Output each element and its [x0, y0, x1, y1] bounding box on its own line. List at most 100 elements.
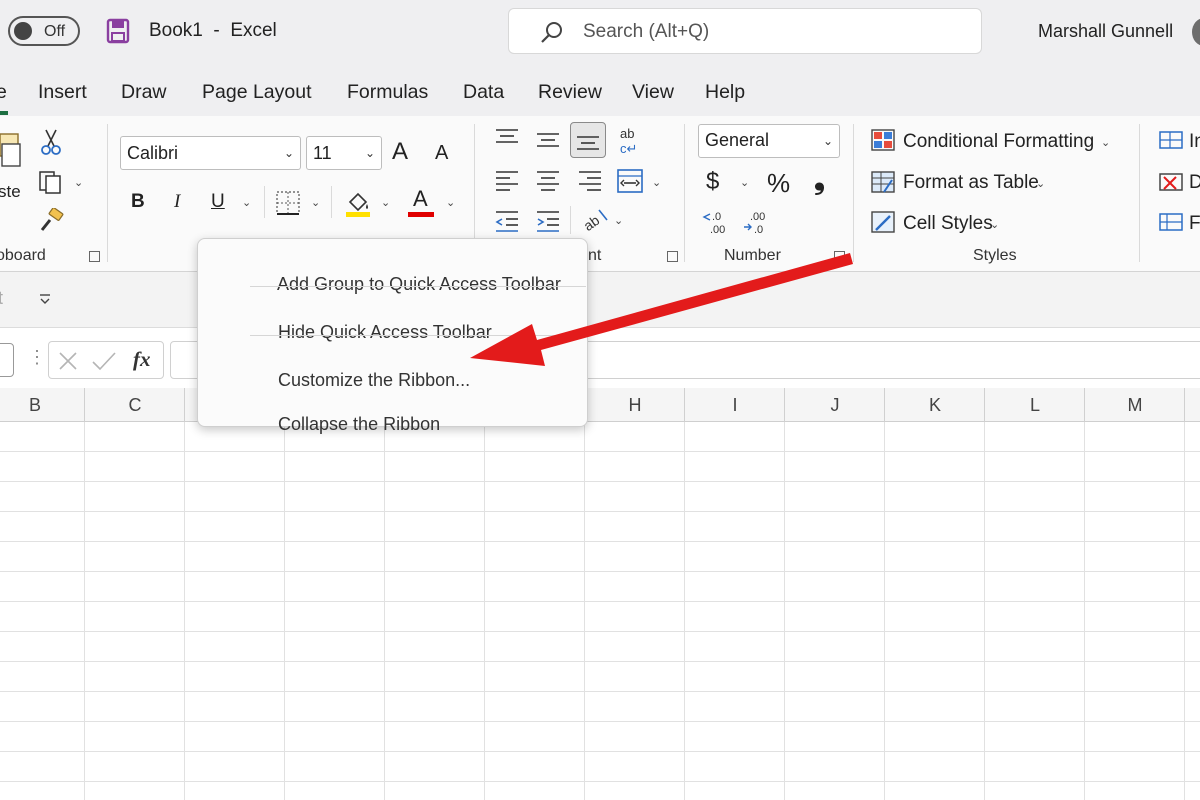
paste-icon[interactable] [0, 130, 24, 176]
font-size-combo[interactable]: 11 ⌄ [306, 136, 382, 170]
borders-icon[interactable] [275, 190, 301, 216]
font-name-combo[interactable]: Calibri ⌄ [120, 136, 301, 170]
format-painter-icon[interactable] [38, 208, 66, 234]
clipboard-group-label: oboard [0, 247, 46, 264]
tab-review[interactable]: Review [538, 81, 602, 104]
ribbon-separator [853, 124, 854, 262]
copy-dropdown-icon[interactable]: ⌄ [74, 176, 83, 189]
currency-dropdown-icon[interactable]: ⌄ [740, 176, 749, 189]
format-cells-label[interactable]: F [1189, 213, 1200, 235]
column-header-j[interactable]: J [785, 395, 885, 416]
conditional-formatting-label[interactable]: Conditional Formatting [903, 131, 1094, 153]
delete-cells-icon[interactable] [1158, 170, 1184, 194]
tab-insert[interactable]: Insert [38, 81, 87, 104]
column-header-k[interactable]: K [885, 395, 985, 416]
clipboard-launcher-icon[interactable] [89, 251, 100, 262]
increase-indent-icon[interactable] [535, 210, 561, 232]
wrap-text-icon[interactable]: ab c↵ [618, 126, 646, 156]
cancel-icon[interactable] [57, 350, 79, 372]
tab-formulas[interactable]: Formulas [347, 81, 428, 104]
column-header-l[interactable]: L [985, 395, 1085, 416]
comma-button[interactable]: ❟ [814, 164, 825, 197]
svg-text:c↵: c↵ [620, 141, 637, 156]
save-icon[interactable] [106, 18, 130, 44]
quick-access-toolbar: t [0, 272, 1200, 328]
document-title: Book1 - Excel [149, 20, 277, 41]
borders-dropdown-icon[interactable]: ⌄ [311, 196, 320, 209]
cut-icon[interactable] [40, 128, 62, 156]
align-right-icon[interactable] [577, 170, 603, 192]
increase-decimal-icon[interactable]: .0 .00 [702, 208, 732, 236]
format-as-table-label[interactable]: Format as Table [903, 172, 1039, 194]
tab-home[interactable]: e [0, 81, 7, 104]
tab-page-layout[interactable]: Page Layout [202, 81, 312, 104]
merge-dropdown-icon[interactable]: ⌄ [652, 176, 661, 189]
enter-check-icon[interactable] [91, 350, 117, 372]
align-center-icon[interactable] [535, 170, 561, 192]
cell-styles-icon[interactable] [870, 210, 896, 234]
name-box[interactable] [0, 343, 14, 377]
tab-draw[interactable]: Draw [121, 81, 167, 104]
conditional-formatting-dropdown-icon[interactable]: ⌄ [1101, 136, 1110, 149]
formula-actions: fx [48, 341, 164, 379]
decrease-indent-icon[interactable] [494, 210, 520, 232]
column-header-h[interactable]: H [585, 395, 685, 416]
menu-item-label: Customize the Ribbon... [278, 370, 471, 390]
search-box[interactable]: Search (Alt+Q) [508, 8, 982, 54]
decrease-decimal-icon[interactable]: .00 .0 [742, 208, 772, 236]
top-align-icon[interactable] [494, 128, 520, 148]
worksheet-grid[interactable] [0, 422, 1200, 800]
column-header-i[interactable]: I [685, 395, 785, 416]
column-header-m[interactable]: M [1085, 395, 1185, 416]
fill-color-icon[interactable] [344, 188, 372, 218]
bottom-align-button[interactable] [570, 122, 606, 158]
currency-button[interactable]: $ [706, 168, 719, 196]
merge-center-icon[interactable] [616, 168, 644, 194]
orientation-dropdown-icon[interactable]: ⌄ [614, 214, 623, 227]
shrink-font-button[interactable]: A [435, 142, 448, 165]
column-header-b[interactable]: B [0, 395, 85, 416]
paste-label[interactable]: ste [0, 182, 21, 202]
copy-icon[interactable] [38, 170, 64, 194]
font-color-button[interactable]: A [413, 186, 428, 212]
tab-view[interactable]: View [632, 81, 674, 104]
formula-bar-grip: ⋮ [28, 347, 46, 367]
search-placeholder: Search (Alt+Q) [583, 21, 710, 42]
conditional-formatting-icon[interactable] [870, 128, 896, 152]
number-format-combo[interactable]: General ⌄ [698, 124, 840, 158]
delete-cells-label[interactable]: D [1189, 172, 1200, 194]
column-header-c[interactable]: C [85, 395, 185, 416]
qat-item[interactable]: t [0, 288, 3, 309]
format-cells-icon[interactable] [1158, 210, 1184, 234]
align-left-icon[interactable] [494, 170, 520, 192]
cell-styles-dropdown-icon[interactable]: ⌄ [990, 218, 999, 231]
cell-styles-label[interactable]: Cell Styles [903, 213, 993, 235]
grow-font-button[interactable]: A [392, 138, 408, 166]
user-name[interactable]: Marshall Gunnell [1038, 21, 1173, 42]
autosave-toggle[interactable]: Off [8, 16, 80, 46]
insert-cells-icon[interactable] [1158, 128, 1184, 152]
underline-dropdown-icon[interactable]: ⌄ [242, 196, 251, 209]
percent-button[interactable]: % [767, 168, 790, 199]
insert-cells-label[interactable]: In [1189, 131, 1200, 153]
italic-button[interactable]: I [174, 191, 180, 213]
svg-text:ab: ab [620, 126, 634, 141]
svg-text:.00: .00 [750, 211, 765, 223]
underline-button[interactable]: U [211, 191, 225, 213]
middle-align-icon[interactable] [535, 130, 561, 150]
alignment-launcher-icon[interactable] [667, 251, 678, 262]
tab-help[interactable]: Help [705, 81, 745, 104]
collapse-ribbon-menu-item[interactable]: Collapse the Ribbon [258, 393, 440, 456]
bold-button[interactable]: B [131, 191, 145, 213]
font-color-dropdown-icon[interactable]: ⌄ [446, 196, 455, 209]
ribbon-separator [264, 186, 265, 218]
svg-text:.0: .0 [754, 224, 763, 236]
format-as-table-icon[interactable] [870, 170, 896, 194]
number-launcher-icon[interactable] [834, 251, 845, 262]
format-as-table-dropdown-icon[interactable]: ⌄ [1036, 177, 1045, 190]
customize-qat-icon[interactable] [38, 292, 52, 306]
fill-color-dropdown-icon[interactable]: ⌄ [381, 196, 390, 209]
orientation-icon[interactable]: ab [581, 206, 611, 234]
insert-function-button[interactable]: fx [133, 347, 151, 372]
tab-data[interactable]: Data [463, 81, 504, 104]
